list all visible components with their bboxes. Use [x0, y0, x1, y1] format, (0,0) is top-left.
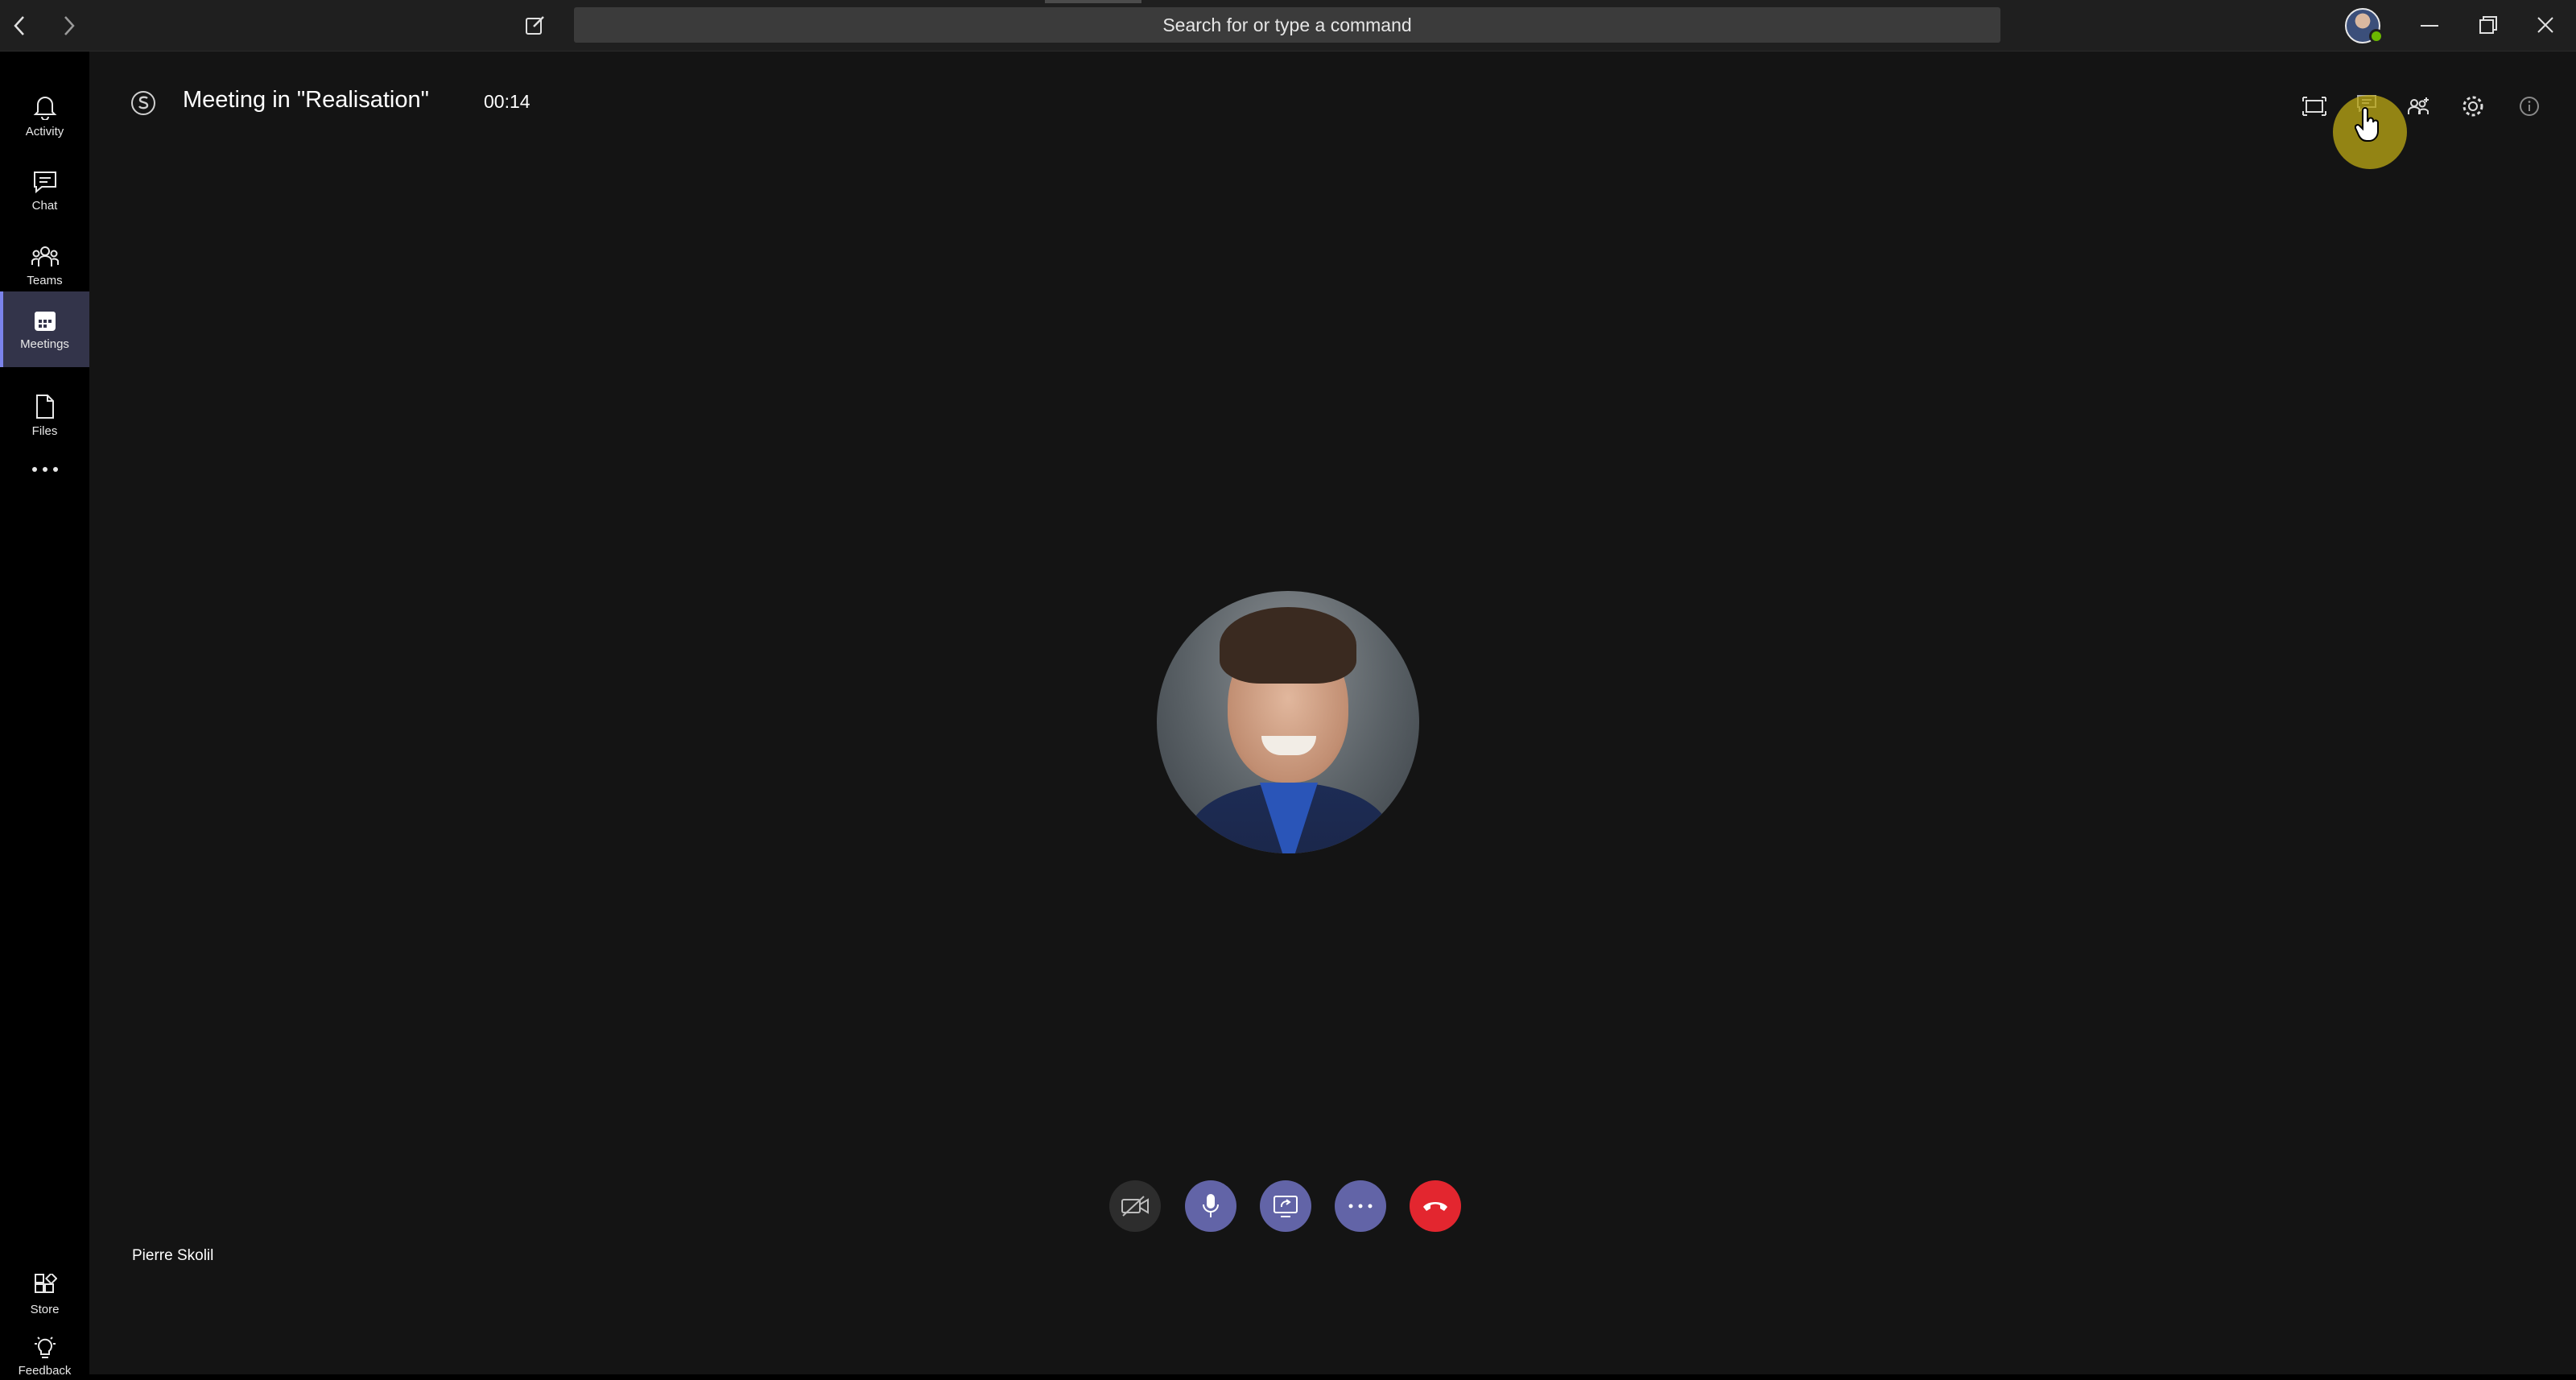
drag-indicator [1045, 0, 1141, 3]
more-actions-button[interactable] [1335, 1180, 1386, 1232]
compose-icon[interactable] [522, 11, 549, 39]
search-input[interactable]: Search for or type a command [574, 7, 2000, 43]
more-actions-icon [1348, 1204, 1373, 1209]
more-icon [31, 467, 58, 472]
rail-item-meetings[interactable]: Meetings [0, 291, 89, 367]
forward-arrow-icon[interactable] [56, 13, 82, 39]
store-icon [34, 1273, 57, 1293]
meeting-title: Meeting in "Realisation" [183, 87, 429, 113]
share-screen-button[interactable] [1260, 1180, 1311, 1232]
participant-name: Pierre Skolil [132, 1247, 214, 1264]
hand-cursor-icon [2354, 107, 2382, 147]
rail-item-activity[interactable]: Activity [0, 79, 89, 153]
file-icon [35, 394, 54, 419]
microphone-icon [1203, 1194, 1219, 1217]
rail-item-label: Feedback [18, 1364, 72, 1378]
rail-item-feedback[interactable]: Feedback [0, 1332, 89, 1380]
rail-item-label: Store [30, 1302, 60, 1316]
rail-item-label: Meetings [20, 337, 69, 351]
info-icon[interactable] [2513, 90, 2545, 122]
camera-off-button[interactable] [1109, 1180, 1161, 1232]
back-arrow-icon[interactable] [6, 13, 32, 39]
restore-icon[interactable] [2474, 11, 2503, 39]
title-bar: Search for or type a command [0, 0, 2576, 52]
lightbulb-icon [34, 1337, 56, 1358]
rail-item-label: Teams [27, 273, 63, 287]
rail-item-store[interactable]: Store [0, 1258, 89, 1332]
rail-item-label: Chat [31, 198, 58, 213]
camera-off-icon [1121, 1196, 1149, 1217]
hang-up-icon [1423, 1202, 1447, 1211]
skype-icon [129, 89, 158, 122]
rail-item-more[interactable] [0, 440, 89, 504]
presence-badge [2369, 29, 2384, 43]
rail-item-chat[interactable]: Chat [0, 154, 89, 228]
rail-item-label: Files [31, 424, 58, 438]
calendar-icon [34, 311, 56, 331]
participant-avatar [1157, 591, 1419, 853]
participants-icon[interactable] [2403, 90, 2435, 122]
share-screen-icon [1274, 1196, 1298, 1217]
hang-up-button[interactable] [1410, 1180, 1461, 1232]
microphone-button[interactable] [1185, 1180, 1236, 1232]
settings-icon[interactable] [2457, 90, 2489, 122]
bell-icon [33, 96, 56, 120]
chat-icon [33, 171, 56, 193]
search-placeholder: Search for or type a command [1162, 14, 1412, 35]
teams-icon [31, 246, 59, 266]
call-timer: 00:14 [484, 91, 530, 112]
fullscreen-icon[interactable] [2298, 90, 2330, 122]
rail-item-label: Activity [25, 124, 64, 138]
app-bar: Activity Chat Teams Meetings Files Store… [0, 52, 89, 1378]
minimize-icon[interactable] [2415, 13, 2444, 39]
close-icon[interactable] [2531, 11, 2560, 39]
